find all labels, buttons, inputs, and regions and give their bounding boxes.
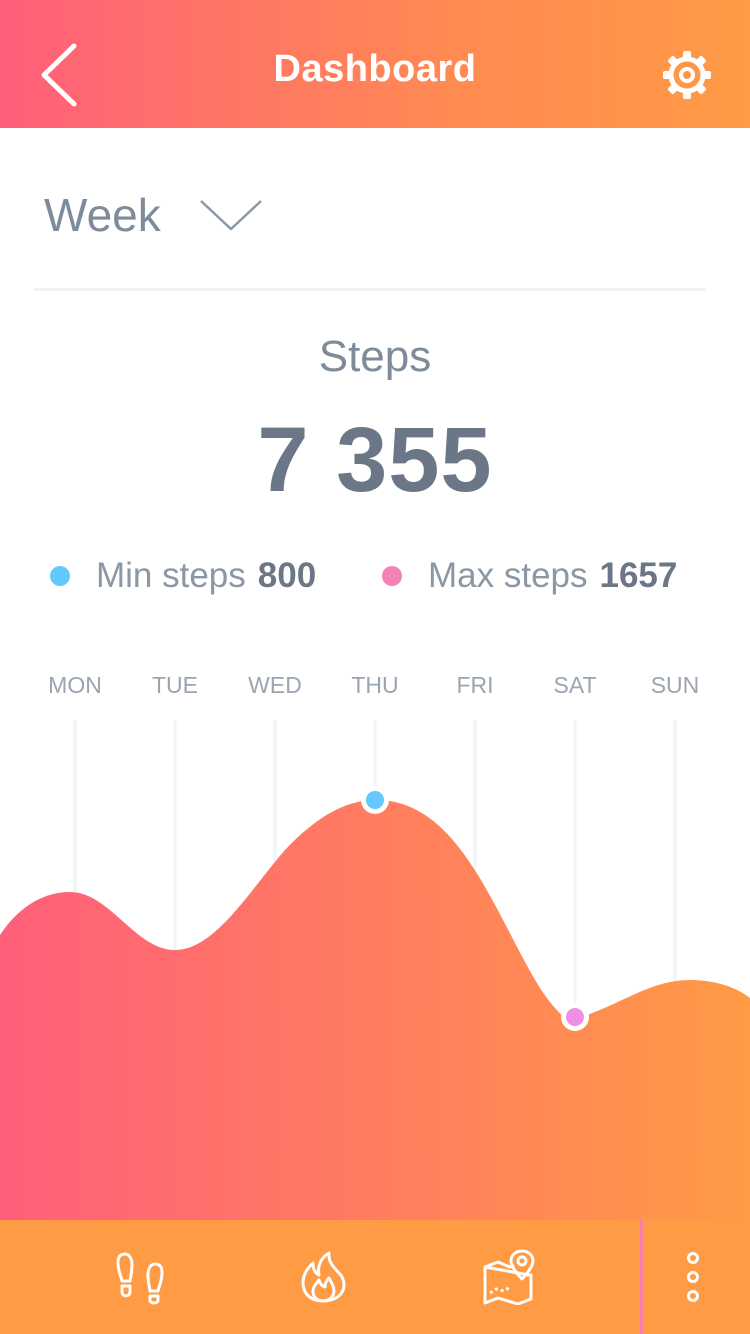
- marker-thu: [361, 786, 389, 814]
- steps-area-chart: [0, 720, 750, 1220]
- min-steps-label: Min steps: [96, 556, 246, 595]
- map-pin-icon[interactable]: [480, 1249, 536, 1305]
- min-steps-value: 800: [257, 556, 317, 595]
- flame-icon[interactable]: [295, 1249, 351, 1305]
- max-steps-value: 1657: [599, 556, 678, 595]
- day-label-fri: FRI: [456, 672, 494, 698]
- day-label-tue: TUE: [152, 672, 198, 698]
- chart-legend: Min steps 800 Max steps 1657: [0, 556, 750, 596]
- day-label-sun: SUN: [650, 672, 700, 698]
- chart-day-labels: MON TUE WED THU FRI SAT SUN: [0, 672, 750, 702]
- legend-min-steps: Min steps 800: [50, 556, 316, 596]
- steps-label: Steps: [318, 332, 432, 381]
- bottom-nav-divider: [640, 1220, 643, 1334]
- top-app-bar: Dashboard: [0, 0, 750, 128]
- min-steps-dot: [50, 566, 70, 586]
- steps-area: [0, 800, 750, 1220]
- day-label-mon: MON: [48, 672, 102, 698]
- steps-total: 7 355: [257, 409, 493, 511]
- divider: [34, 288, 706, 291]
- max-steps-label: Max steps: [428, 556, 588, 595]
- gear-icon[interactable]: [662, 50, 712, 100]
- period-dropdown[interactable]: Week: [44, 180, 263, 250]
- day-label-thu: THU: [351, 672, 399, 698]
- day-label-sat: SAT: [553, 672, 597, 698]
- more-vertical-icon[interactable]: [678, 1248, 708, 1306]
- day-label-wed: WED: [248, 672, 302, 698]
- footprints-icon[interactable]: [112, 1249, 168, 1305]
- chevron-down-icon: [199, 200, 262, 231]
- legend-max-steps: Max steps 1657: [382, 556, 677, 596]
- marker-sat: [561, 1003, 589, 1031]
- page-title: Dashboard: [273, 48, 477, 90]
- period-selected-value: Week: [44, 189, 161, 241]
- max-steps-dot: [382, 566, 402, 586]
